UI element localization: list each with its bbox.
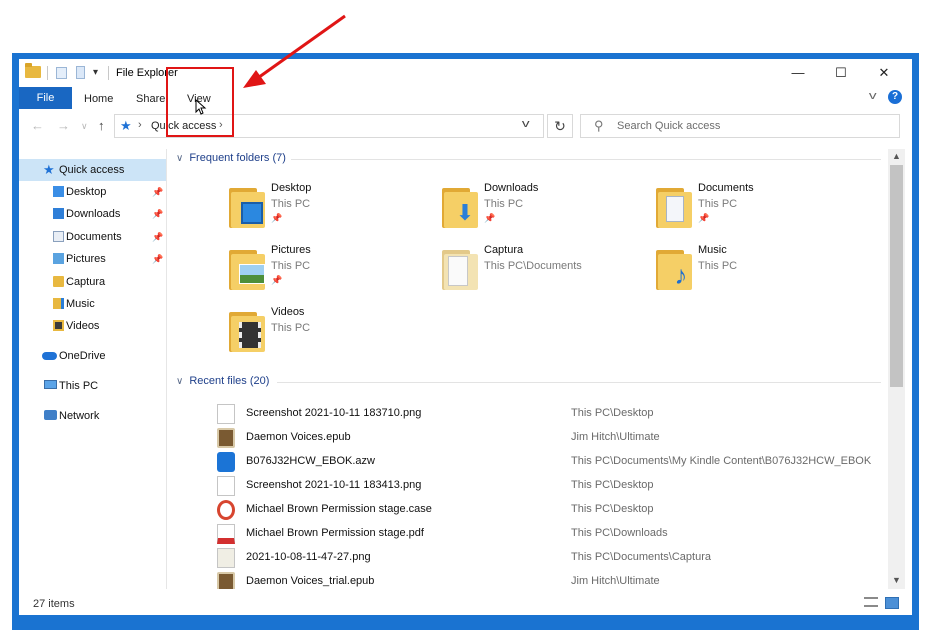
annotation-arrow-icon: [243, 14, 346, 88]
mouse-cursor-icon: [195, 99, 207, 115]
screenshot-canvas: ▾ File Explorer — ☐ ✕ File Home Share Vi…: [0, 0, 930, 641]
